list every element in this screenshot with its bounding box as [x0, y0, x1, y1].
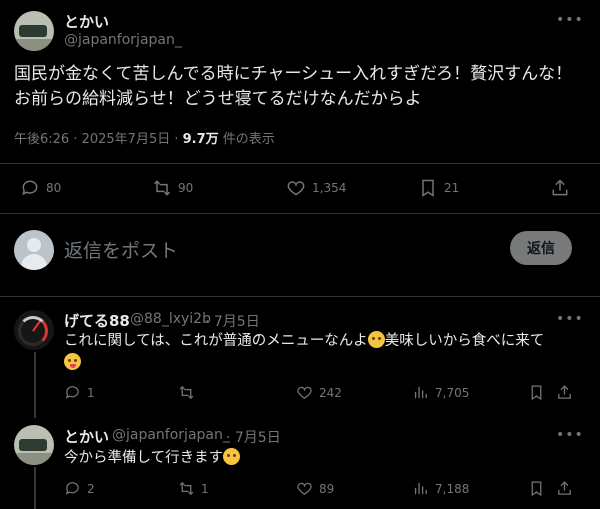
- author-avatar[interactable]: [14, 11, 54, 51]
- reply-count: 80: [46, 181, 62, 195]
- reply-text: これに関しては、これが普通のメニューなんよ 美味しいから食べに来て: [64, 330, 574, 374]
- view-count: 7,705: [435, 385, 470, 400]
- reply-avatar[interactable]: [14, 310, 54, 350]
- current-user-avatar[interactable]: [14, 230, 54, 270]
- yum-face-emoji: [64, 353, 81, 370]
- like-button[interactable]: 1,354: [286, 178, 346, 198]
- thread-line: [34, 467, 36, 509]
- retweet-button[interactable]: 90: [152, 178, 193, 198]
- divider: [0, 213, 600, 214]
- divider: [0, 296, 600, 297]
- retweet-icon: [179, 385, 194, 400]
- tweet-text: 国民が金なくて苦しんでる時にチャーシュー入れすぎだろ！贅沢すんな！ お前らの給料…: [14, 64, 573, 109]
- bookmark-button[interactable]: 21: [418, 178, 459, 198]
- retweet-icon: [179, 481, 194, 496]
- retweet-button[interactable]: 1: [178, 480, 209, 497]
- like-count: 89: [319, 481, 335, 496]
- reply-count: 2: [87, 481, 95, 496]
- reply-icon: [65, 482, 79, 495]
- retweet-count: 1: [201, 481, 209, 496]
- tweet-time[interactable]: 午後6:26 · 2025年7月5日 ·: [14, 132, 183, 147]
- reply-display-name[interactable]: とかい: [64, 426, 109, 447]
- divider: [0, 163, 600, 164]
- share-icon: [558, 385, 571, 399]
- retweet-icon: [153, 180, 171, 196]
- heart-icon: [287, 181, 305, 196]
- bar-chart-icon: [414, 386, 427, 399]
- author-handle[interactable]: @japanforjapan_: [64, 32, 182, 48]
- like-button[interactable]: 242: [296, 384, 342, 401]
- share-button[interactable]: [550, 178, 570, 198]
- share-icon: [552, 179, 568, 196]
- like-count: 242: [319, 385, 342, 400]
- reply-button[interactable]: 2: [64, 480, 95, 497]
- like-button[interactable]: 89: [296, 480, 334, 497]
- views-button[interactable]: 7,705: [412, 384, 469, 401]
- reply-handle[interactable]: @88_lxyi2b: [130, 311, 211, 327]
- retweet-count: 90: [178, 181, 194, 195]
- views-label: 件の表示: [218, 132, 275, 147]
- reply-handle[interactable]: @japanforjapan_: [112, 427, 230, 443]
- author-display-name[interactable]: とかい: [64, 11, 109, 32]
- reply-text: 今から準備して行きます: [64, 447, 574, 469]
- thread-line: [34, 352, 36, 418]
- heart-icon: [297, 482, 312, 495]
- more-icon[interactable]: •••: [556, 12, 584, 28]
- reply-display-name[interactable]: げてる88: [64, 310, 130, 331]
- view-count: 7,188: [435, 481, 470, 496]
- bookmark-icon: [531, 385, 542, 401]
- reply-avatar[interactable]: [14, 425, 54, 465]
- reply-icon: [65, 386, 79, 399]
- more-icon[interactable]: •••: [556, 311, 584, 327]
- tweet-meta: 午後6:26 · 2025年7月5日 · 9.7万 件の表示: [14, 128, 275, 147]
- share-button[interactable]: [556, 384, 573, 401]
- bookmark-icon: [531, 481, 542, 497]
- reply-icon: [22, 180, 38, 196]
- pleading-face-emoji: [367, 331, 385, 348]
- reply-button[interactable]: 1: [64, 384, 95, 401]
- reply-date[interactable]: · 7月5日: [226, 427, 281, 447]
- retweet-button[interactable]: [178, 384, 201, 401]
- like-count: 1,354: [312, 181, 347, 195]
- reply-input[interactable]: 返信をポスト: [64, 236, 178, 263]
- reply-date[interactable]: · 7月5日: [205, 311, 260, 331]
- bookmark-button[interactable]: [528, 480, 545, 497]
- share-icon: [558, 481, 571, 495]
- reply-count: 1: [87, 385, 95, 400]
- share-button[interactable]: [556, 480, 573, 497]
- heart-icon: [297, 386, 312, 399]
- view-count: 9.7万: [182, 132, 219, 147]
- bookmark-icon: [422, 179, 434, 197]
- bookmark-count: 21: [444, 181, 460, 195]
- views-button[interactable]: 7,188: [412, 480, 469, 497]
- submit-reply-button[interactable]: 返信: [510, 231, 572, 265]
- reply-button[interactable]: 80: [20, 178, 61, 198]
- bar-chart-icon: [414, 482, 427, 495]
- more-icon[interactable]: •••: [556, 427, 584, 443]
- relieved-face-emoji: [223, 448, 241, 465]
- bookmark-button[interactable]: [528, 384, 545, 401]
